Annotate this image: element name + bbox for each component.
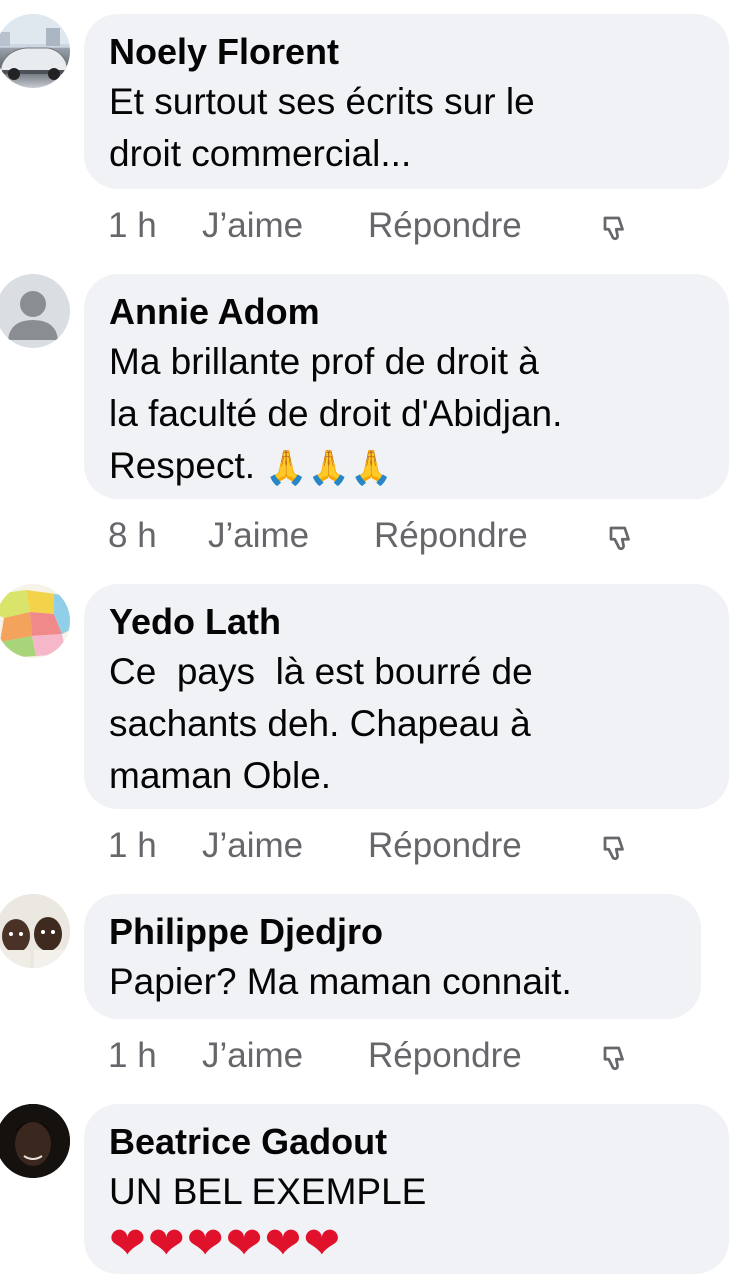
comment-text: Ce pays là est bourré de sachants deh. C… (109, 651, 533, 796)
comment-text: Papier? Ma maman connait. (109, 961, 572, 1002)
comment-actions: 8 h J’aime Répondre (108, 516, 636, 556)
comment-bubble: Noely Florent Et surtout ses écrits sur … (84, 14, 729, 189)
author-name[interactable]: Noely Florent (109, 30, 703, 74)
timestamp[interactable]: 1 h (108, 1036, 202, 1076)
reply-button[interactable]: Répondre (368, 1036, 600, 1076)
comment-text: UN BEL EXEMPLE (109, 1171, 427, 1212)
timestamp[interactable]: 8 h (108, 516, 208, 556)
comment-actions: 1 h J’aime Répondre (108, 1036, 630, 1076)
reply-button[interactable]: Répondre (368, 206, 600, 246)
hearts-emoji-row: ❤❤❤❤❤❤ (109, 1219, 343, 1268)
comment-bubble: Beatrice Gadout UN BEL EXEMPLE ❤❤❤❤❤❤ (84, 1104, 729, 1274)
comment-actions: 1 h J’aime Répondre (108, 826, 630, 866)
dislike-icon[interactable] (600, 212, 630, 252)
reply-button[interactable]: Répondre (368, 826, 600, 866)
dislike-icon[interactable] (600, 832, 630, 872)
comment-bubble: Annie Adom Ma brillante prof de droit à … (84, 274, 729, 499)
like-button[interactable]: J’aime (208, 516, 374, 556)
dislike-icon[interactable] (600, 1042, 630, 1082)
comment-text: Ma brillante prof de droit à la faculté … (109, 336, 703, 494)
praying-hands-emoji: 🙏🙏🙏 (265, 449, 393, 488)
author-name[interactable]: Annie Adom (109, 290, 703, 334)
author-name[interactable]: Beatrice Gadout (109, 1120, 703, 1164)
timestamp[interactable]: 1 h (108, 826, 202, 866)
reply-button[interactable]: Répondre (374, 516, 606, 556)
dislike-icon[interactable] (606, 522, 636, 562)
avatar[interactable] (0, 14, 70, 88)
comment-actions: 1 h J’aime Répondre (108, 206, 630, 246)
avatar[interactable] (0, 894, 70, 968)
avatar[interactable] (0, 274, 70, 348)
timestamp[interactable]: 1 h (108, 206, 202, 246)
author-name[interactable]: Philippe Djedjro (109, 910, 675, 954)
avatar[interactable] (0, 584, 70, 658)
like-button[interactable]: J’aime (202, 206, 368, 246)
comment-text: Et surtout ses écrits sur le droit comme… (109, 81, 535, 174)
author-name[interactable]: Yedo Lath (109, 600, 703, 644)
like-button[interactable]: J’aime (202, 826, 368, 866)
comment-bubble: Philippe Djedjro Papier? Ma maman connai… (84, 894, 701, 1019)
like-button[interactable]: J’aime (202, 1036, 368, 1076)
comment-bubble: Yedo Lath Ce pays là est bourré de sacha… (84, 584, 729, 809)
avatar[interactable] (0, 1104, 70, 1178)
